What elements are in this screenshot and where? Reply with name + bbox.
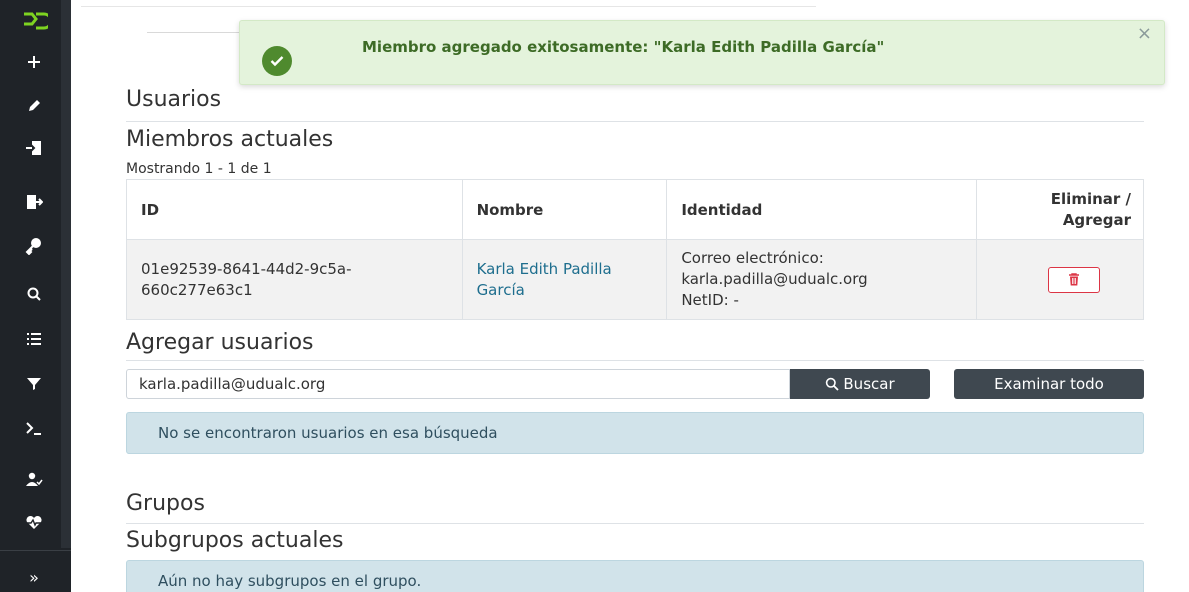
- column-header-action: Eliminar / Agregar: [976, 179, 1144, 240]
- success-toast: Miembro agregado exitosamente: "Karla Ed…: [239, 20, 1165, 85]
- sidebar: »: [0, 0, 71, 592]
- sidebar-scrollbar[interactable]: [61, 0, 71, 548]
- add-users-heading: Agregar usuarios: [126, 330, 314, 355]
- user-check-icon[interactable]: [18, 466, 50, 494]
- app-logo-icon[interactable]: [22, 10, 48, 32]
- divider: [126, 360, 1144, 361]
- search-icon: [826, 377, 840, 391]
- table-header-row: ID Nombre Identidad Eliminar / Agregar: [126, 179, 1144, 240]
- current-members-heading: Miembros actuales: [126, 127, 334, 152]
- table-row: 01e92539-8641-44d2-9c5a-660c277e63c1 Kar…: [126, 239, 1144, 320]
- member-netid: NetID: -: [681, 291, 739, 309]
- users-heading: Usuarios: [126, 87, 222, 112]
- member-id: 01e92539-8641-44d2-9c5a-660c277e63c1: [126, 239, 463, 320]
- sidebar-divider: [0, 550, 71, 551]
- pencil-icon[interactable]: [18, 92, 50, 120]
- search-icon[interactable]: [18, 280, 50, 308]
- column-header-identity: Identidad: [666, 179, 978, 240]
- main-content: Usuarios Miembros actuales Mostrando 1 -…: [71, 0, 1189, 592]
- double-chevron-right-icon: »: [29, 567, 39, 587]
- import-icon[interactable]: [18, 134, 50, 162]
- plus-icon[interactable]: [18, 48, 50, 76]
- expand-sidebar-button[interactable]: »: [18, 565, 50, 589]
- close-icon[interactable]: ×: [1137, 23, 1152, 44]
- column-header-name: Nombre: [461, 179, 668, 240]
- check-circle-icon: [262, 46, 292, 76]
- terminal-icon[interactable]: [18, 414, 50, 442]
- current-subgroups-heading: Subgrupos actuales: [126, 528, 344, 553]
- member-identity: Correo electrónico: karla.padilla@udualc…: [666, 239, 978, 320]
- export-icon[interactable]: [18, 188, 50, 216]
- tab-underline: [147, 32, 242, 33]
- member-email: Correo electrónico: karla.padilla@udualc…: [681, 249, 868, 288]
- user-search-input[interactable]: [126, 369, 790, 399]
- top-border: [81, 6, 816, 7]
- list-icon[interactable]: [18, 325, 50, 353]
- column-header-id: ID: [126, 179, 463, 240]
- search-button-label: Buscar: [843, 375, 895, 393]
- delete-member-button[interactable]: [1048, 266, 1101, 293]
- no-subgroups-alert: Aún no hay subgrupos en el grupo.: [126, 560, 1144, 592]
- toast-message: Miembro agregado exitosamente: "Karla Ed…: [362, 38, 885, 56]
- key-icon[interactable]: [18, 232, 50, 260]
- groups-heading: Grupos: [126, 491, 205, 516]
- divider: [126, 121, 1144, 122]
- divider: [126, 523, 1144, 524]
- search-button[interactable]: Buscar: [790, 369, 930, 399]
- browse-all-button[interactable]: Examinar todo: [954, 369, 1144, 399]
- members-table: ID Nombre Identidad Eliminar / Agregar 0…: [126, 179, 1144, 320]
- no-users-alert: No se encontraron usuarios en esa búsque…: [126, 412, 1144, 454]
- trash-icon: [1069, 273, 1080, 286]
- filter-icon[interactable]: [18, 369, 50, 397]
- heartbeat-icon[interactable]: [18, 509, 50, 537]
- pagination-summary: Mostrando 1 - 1 de 1: [126, 161, 272, 177]
- member-name-link[interactable]: Karla Edith Padilla García: [477, 260, 612, 299]
